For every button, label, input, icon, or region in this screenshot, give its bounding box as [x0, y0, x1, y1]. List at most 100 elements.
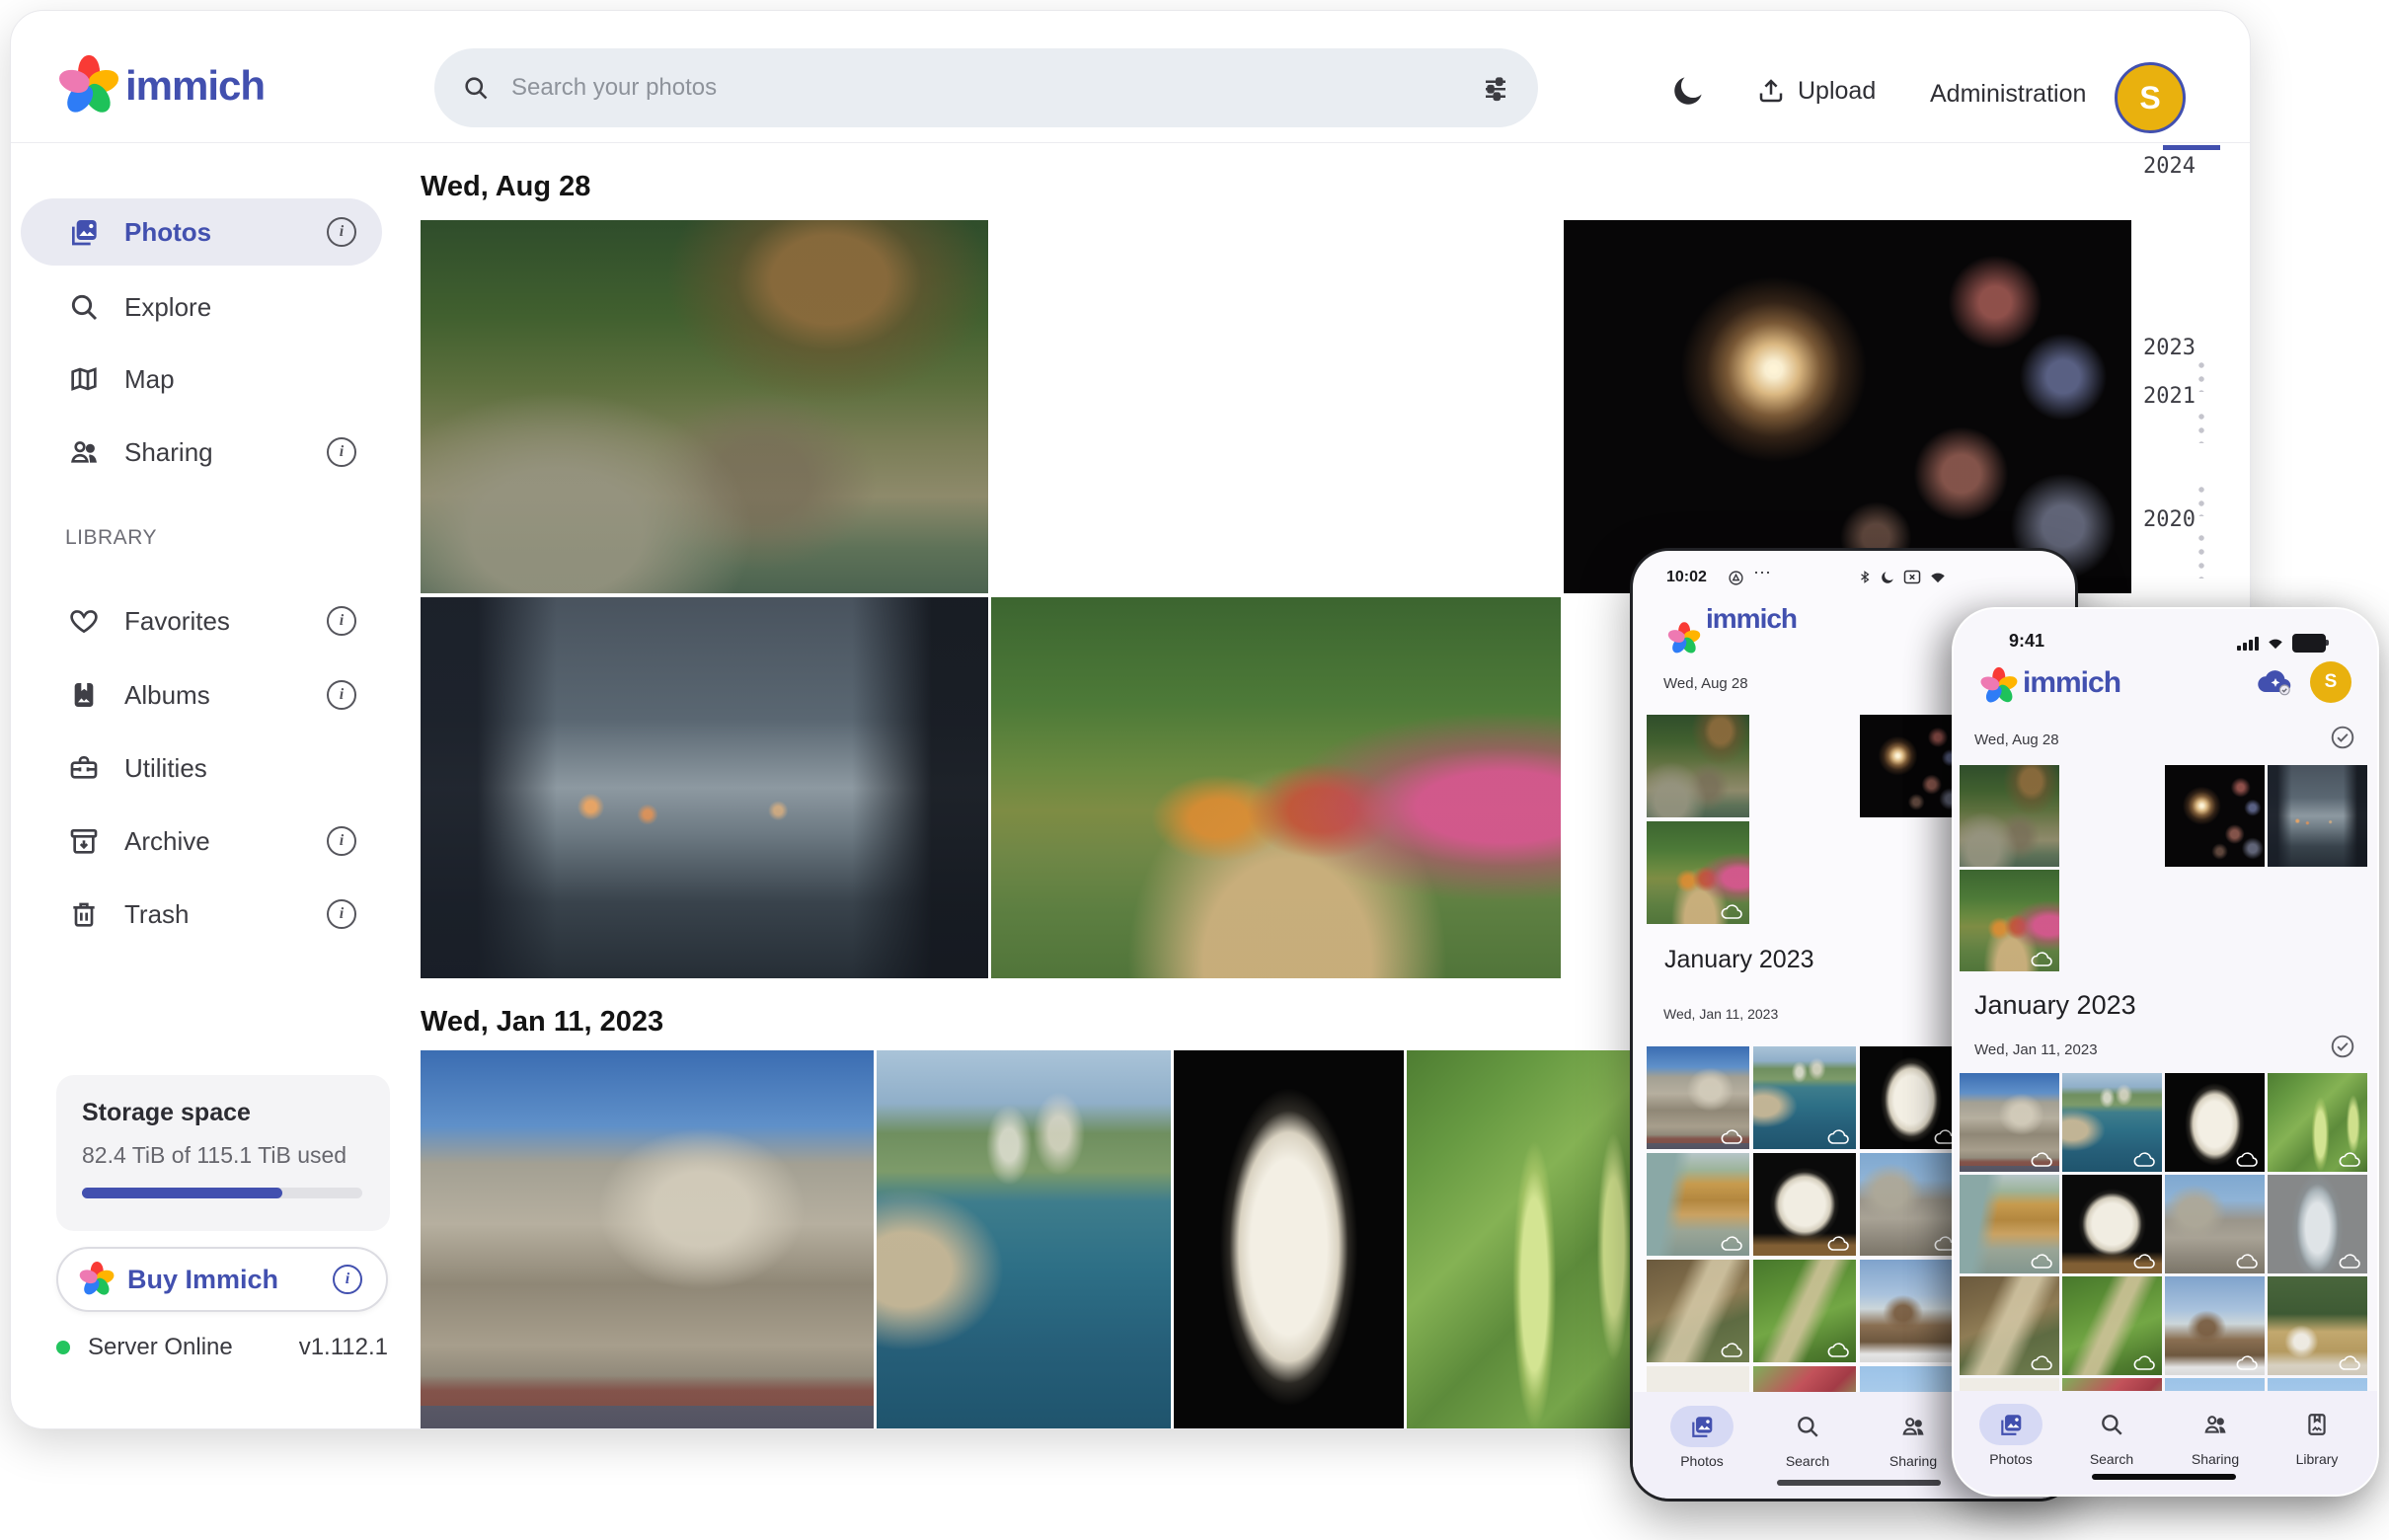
sidebar-label: Albums — [124, 680, 210, 711]
photos-icon — [1670, 1406, 1734, 1447]
photo-tile-alpine-farm[interactable] — [2268, 1276, 2367, 1375]
photo-green-berries[interactable] — [1407, 1050, 1648, 1428]
photo-tile-monkeys[interactable] — [1960, 765, 2059, 867]
buy-immich-button[interactable]: Buy Immich — [56, 1247, 388, 1312]
photo-tile-garden-path[interactable] — [1960, 870, 2059, 971]
sidebar-item-favorites[interactable]: Favorites — [21, 587, 382, 654]
info-icon[interactable] — [333, 1265, 362, 1294]
photo-tile-dinner[interactable] — [2062, 765, 2162, 867]
photo-tile-sculpture[interactable] — [2062, 1175, 2162, 1273]
photo-fortress-walls[interactable] — [421, 1050, 874, 1428]
timeline-scrubber-marker[interactable] — [2163, 145, 2220, 150]
nav-tab-sharing[interactable]: Sharing — [1864, 1406, 1963, 1469]
photo-tile-monkeys[interactable] — [1647, 715, 1749, 817]
photo-tile-fireworks[interactable] — [2165, 765, 2265, 867]
sidebar-label: Favorites — [124, 606, 230, 637]
sidebar-item-utilities[interactable]: Utilities — [21, 734, 382, 802]
info-icon[interactable] — [327, 606, 356, 636]
sidebar-label: Photos — [124, 217, 211, 248]
date-group-header: Wed, Jan 11, 2023 — [1974, 1041, 2098, 1058]
search-bar[interactable] — [434, 48, 1538, 127]
toolbox-icon — [68, 752, 100, 784]
people-icon — [68, 436, 100, 468]
photo-coastal-town[interactable] — [877, 1050, 1171, 1428]
month-header: January 2023 — [1974, 990, 2136, 1021]
photo-tile-garden-path[interactable] — [1647, 821, 1749, 924]
info-icon[interactable] — [327, 899, 356, 929]
header-divider — [11, 142, 2250, 143]
map-icon — [68, 363, 100, 395]
timeline-year-label[interactable]: 2023 — [2143, 336, 2212, 360]
photo-tile-sculpture[interactable] — [1753, 1153, 1856, 1256]
photo-autumn-garden-path[interactable] — [991, 597, 1561, 978]
photo-holding-hands[interactable] — [421, 597, 988, 978]
info-icon[interactable] — [327, 826, 356, 856]
photo-tile-lizard-log[interactable] — [1647, 1260, 1749, 1362]
photo-tile-bust[interactable] — [1860, 1046, 1963, 1149]
status-icons — [1858, 569, 1947, 585]
photo-tile-hands[interactable] — [2268, 765, 2367, 867]
timeline-tick-dots — [2198, 358, 2204, 392]
sidebar-item-explore[interactable]: Explore — [21, 273, 382, 341]
user-avatar[interactable]: S — [2310, 661, 2351, 703]
photo-tile-ruins[interactable] — [1860, 1153, 1963, 1256]
photo-tile-fortress[interactable] — [1647, 1046, 1749, 1149]
photo-tile-dinner[interactable] — [1753, 715, 1856, 817]
photo-tile-coastal[interactable] — [1753, 1046, 1856, 1149]
dark-mode-toggle[interactable] — [1669, 72, 1707, 110]
timeline-tick-dots — [2198, 531, 2204, 578]
moon-icon — [1669, 72, 1707, 110]
photo-dinner-table[interactable] — [991, 220, 1561, 593]
sidebar-item-sharing[interactable]: Sharing — [21, 419, 382, 486]
select-all-check-icon[interactable] — [2330, 725, 2355, 750]
photo-fireworks[interactable] — [1564, 220, 2131, 593]
library-section-label: LIBRARY — [65, 526, 157, 550]
nav-tab-photos[interactable]: Photos — [1962, 1404, 2060, 1467]
administration-link[interactable]: Administration — [1930, 80, 2086, 109]
photo-tile-bust[interactable] — [2165, 1073, 2265, 1172]
home-indicator[interactable] — [2092, 1474, 2236, 1480]
photo-tile-lizard-moss[interactable] — [2062, 1276, 2162, 1375]
info-icon[interactable] — [327, 680, 356, 710]
photo-tile-lizard-moss[interactable] — [1753, 1260, 1856, 1362]
mobile-app-phone-ios: 9:41 immich S Wed, Aug 28 January 2023 W — [1952, 607, 2379, 1497]
photo-tile-berries[interactable] — [2268, 1073, 2367, 1172]
info-icon[interactable] — [327, 437, 356, 467]
photo-tile-fireworks[interactable] — [1860, 715, 1963, 817]
photo-tile-fortress[interactable] — [1960, 1073, 2059, 1172]
photo-tile-silver-ornament[interactable] — [2268, 1175, 2367, 1273]
battery-icon — [2292, 634, 2326, 653]
immich-logo-flower — [1983, 670, 2015, 702]
sidebar-item-archive[interactable]: Archive — [21, 808, 382, 875]
search-input[interactable] — [509, 73, 1461, 103]
photo-tile-beach-cliff[interactable] — [1647, 1153, 1749, 1256]
library-icon — [2285, 1404, 2349, 1445]
photo-marble-bust[interactable] — [1174, 1050, 1404, 1428]
photo-tile-beach-cliff[interactable] — [1960, 1175, 2059, 1273]
nav-tab-sharing[interactable]: Sharing — [2166, 1404, 2265, 1467]
photo-tile-snowy-church[interactable] — [1860, 1260, 1963, 1362]
user-avatar[interactable]: S — [2115, 62, 2186, 133]
nav-tab-photos[interactable]: Photos — [1653, 1406, 1751, 1469]
sidebar-item-albums[interactable]: Albums — [21, 661, 382, 729]
home-indicator[interactable] — [1777, 1480, 1941, 1486]
sidebar-item-photos[interactable]: Photos — [21, 198, 382, 266]
server-status-row: Server Online v1.112.1 — [56, 1334, 388, 1361]
photo-monkeys-jungle[interactable] — [421, 220, 988, 593]
nav-tab-search[interactable]: Search — [1758, 1406, 1857, 1469]
cloud-sync-icon[interactable] — [2256, 666, 2295, 698]
photo-tile-coastal[interactable] — [2062, 1073, 2162, 1172]
sidebar-item-trash[interactable]: Trash — [21, 881, 382, 948]
nav-tab-library[interactable]: Library — [2268, 1404, 2366, 1467]
administration-label: Administration — [1930, 80, 2086, 109]
photo-tile-snowy-church[interactable] — [2165, 1276, 2265, 1375]
photo-tile-lizard-log[interactable] — [1960, 1276, 2059, 1375]
nav-tab-search[interactable]: Search — [2062, 1404, 2161, 1467]
select-all-check-icon[interactable] — [2330, 1034, 2355, 1059]
upload-button[interactable]: Upload — [1756, 76, 1876, 106]
photo-tile-ruins[interactable] — [2165, 1175, 2265, 1273]
search-filters-icon[interactable] — [1481, 73, 1510, 103]
info-icon[interactable] — [327, 217, 356, 247]
timeline-year-label[interactable]: 2024 — [2143, 154, 2212, 179]
sidebar-item-map[interactable]: Map — [21, 346, 382, 413]
